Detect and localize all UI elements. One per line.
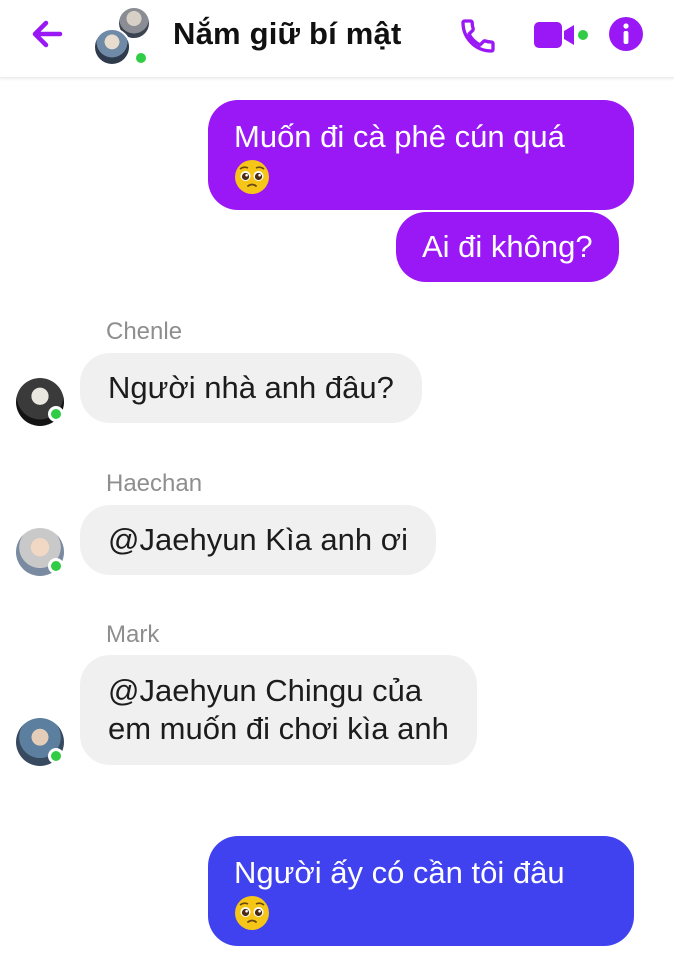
video-call-button[interactable]: [532, 18, 590, 52]
back-button[interactable]: [26, 14, 68, 54]
avatar: [93, 28, 131, 66]
chat-header: Nắm giữ bí mật: [0, 0, 674, 78]
incoming-message[interactable]: Người nhà anh đâu?: [80, 353, 422, 423]
message-text: Người nhà anh đâu?: [108, 370, 394, 405]
online-status-dot: [48, 748, 64, 764]
back-arrow-icon: [32, 20, 63, 48]
pleading-face-emoji: [235, 159, 269, 194]
outgoing-message[interactable]: Người ấy có cần tôi đâu: [208, 836, 634, 946]
message-text: @Jaehyun Kìa anh ơi: [108, 522, 408, 557]
message-text: em muốn đi chơi kìa anh: [108, 711, 449, 746]
incoming-message[interactable]: @Jaehyun Kìa anh ơi: [80, 505, 436, 575]
sender-name: Chenle: [106, 318, 183, 345]
message-text: Muốn đi cà phê cún quá: [234, 119, 565, 154]
incoming-message[interactable]: @Jaehyun Chingu của em muốn đi chơi kìa …: [80, 655, 477, 765]
online-status-dot: [48, 406, 64, 422]
phone-icon: [461, 19, 495, 53]
outgoing-message[interactable]: Ai đi không?: [396, 212, 619, 282]
info-button[interactable]: [608, 16, 644, 52]
info-icon: [609, 17, 643, 51]
message-text: Ai đi không?: [422, 229, 593, 264]
online-status-dot: [133, 50, 149, 66]
pleading-face-emoji: [235, 895, 269, 930]
sender-name: Haechan: [106, 470, 203, 497]
online-status-dot: [48, 558, 64, 574]
message-text: Người ấy có cần tôi đâu: [234, 855, 565, 890]
group-avatar[interactable]: [93, 6, 159, 66]
sender-name: Mark: [106, 621, 160, 648]
outgoing-message[interactable]: Muốn đi cà phê cún quá: [208, 100, 634, 210]
video-camera-icon: [534, 22, 588, 48]
voice-call-button[interactable]: [458, 16, 498, 56]
messenger-chat-screen: Nắm giữ bí mật Muốn đi cà phê cún quá Ai…: [0, 0, 674, 960]
chat-title[interactable]: Nắm giữ bí mật: [173, 16, 402, 52]
message-text: @Jaehyun Chingu của: [108, 673, 423, 708]
